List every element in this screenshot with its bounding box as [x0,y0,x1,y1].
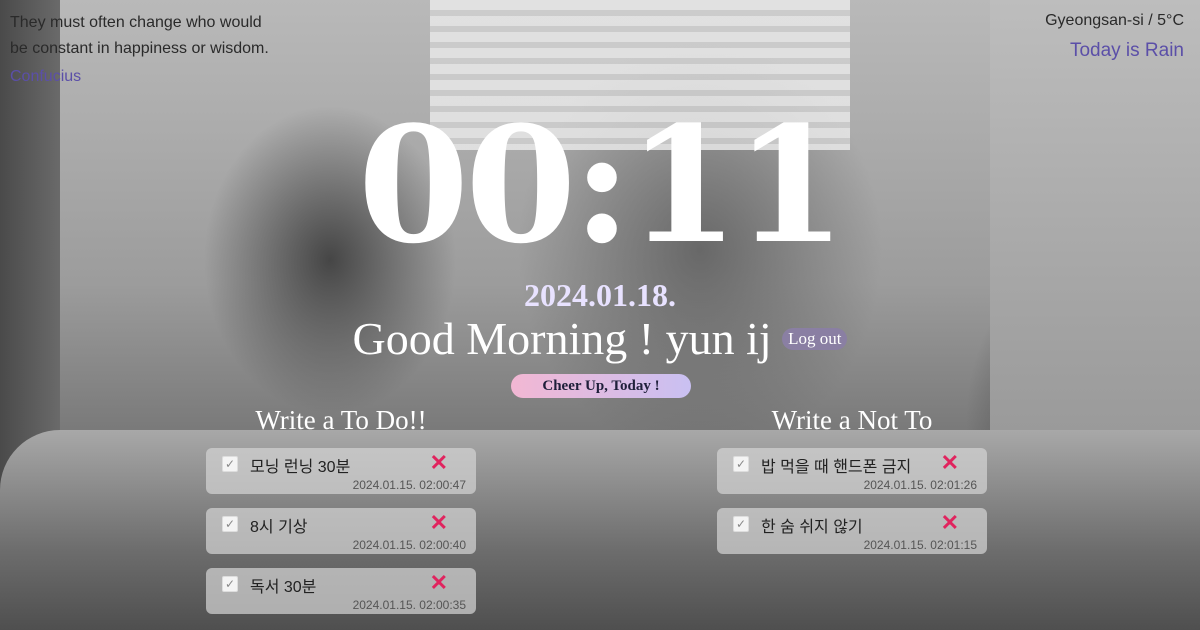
check-icon[interactable]: ✓ [222,576,238,592]
check-icon[interactable]: ✓ [733,456,749,472]
close-icon[interactable]: ✕ [430,510,448,536]
not-to-item[interactable]: ✓ 밥 먹을 때 핸드폰 금지 ✕ 2024.01.15. 02:01:26 [717,448,987,494]
quote-author: Confucius [10,68,82,85]
todo-item[interactable]: ✓ 독서 30분 ✕ 2024.01.15. 02:00:35 [206,568,476,614]
quote-text: They must often change who would be cons… [10,14,269,57]
not-to-column: Write a Not To ✓ 밥 먹을 때 핸드폰 금지 ✕ 2024.01.15… [717,405,987,568]
weather-description: Today is Rain [1069,40,1184,61]
weather-location: Gyeongsan-si / 5°C [1045,12,1184,29]
not-to-list: ✓ 밥 먹을 때 핸드폰 금지 ✕ 2024.01.15. 02:01:26 ✓ 한 숨 … [717,448,987,554]
todo-item-text: 8시 기상 [250,519,308,536]
close-icon[interactable]: ✕ [941,510,959,536]
not-to-item-time: 2024.01.15. 02:01:26 [863,478,977,492]
check-icon[interactable]: ✓ [222,456,238,472]
todo-item-time: 2024.01.15. 02:00:47 [352,478,466,492]
not-to-item-text: 밥 먹을 때 핸드폰 금지 [761,459,912,476]
check-icon[interactable]: ✓ [733,516,749,532]
not-to-item-text: 한 숨 쉬지 않기 [761,519,863,536]
greeting-row: Good Morning ! yun ij Log out [0,312,1200,365]
todo-title: Write a To Do!! [255,405,427,435]
not-to-item[interactable]: ✓ 한 숨 쉬지 않기 ✕ 2024.01.15. 02:01:15 [717,508,987,554]
cheer-up-button[interactable]: Cheer Up, Today ! [511,374,691,398]
todo-column: Write a To Do!! ✓ 모닝 런닝 30분 ✕ 2024.01.15. 0… [206,405,476,628]
todo-list: ✓ 모닝 런닝 30분 ✕ 2024.01.15. 02:00:47 ✓ 8시 기상 ✕ 20… [206,448,476,614]
close-icon[interactable]: ✕ [941,450,959,476]
todo-item-text: 모닝 런닝 30분 [250,459,351,476]
bathtub [0,430,1200,630]
logout-button[interactable]: Log out [782,327,848,350]
check-icon[interactable]: ✓ [222,516,238,532]
clock: 00:11 [357,91,846,279]
not-to-item-time: 2024.01.15. 02:01:15 [863,538,977,552]
todo-item[interactable]: ✓ 모닝 런닝 30분 ✕ 2024.01.15. 02:00:47 [206,448,476,494]
quote: They must often change who would be cons… [10,10,280,90]
not-to-title: Write a Not To [771,405,933,435]
weather: Gyeongsan-si / 5°C Today is Rain [1045,12,1184,62]
todo-item-text: 독서 30분 [250,579,317,596]
close-icon[interactable]: ✕ [430,450,448,476]
todo-item-time: 2024.01.15. 02:00:35 [352,598,466,612]
date: 2024.01.18. [524,277,676,313]
todo-item[interactable]: ✓ 8시 기상 ✕ 2024.01.15. 02:00:40 [206,508,476,554]
todo-item-time: 2024.01.15. 02:00:40 [352,538,466,552]
close-icon[interactable]: ✕ [430,570,448,596]
greeting: Good Morning ! yun ij [352,313,772,364]
